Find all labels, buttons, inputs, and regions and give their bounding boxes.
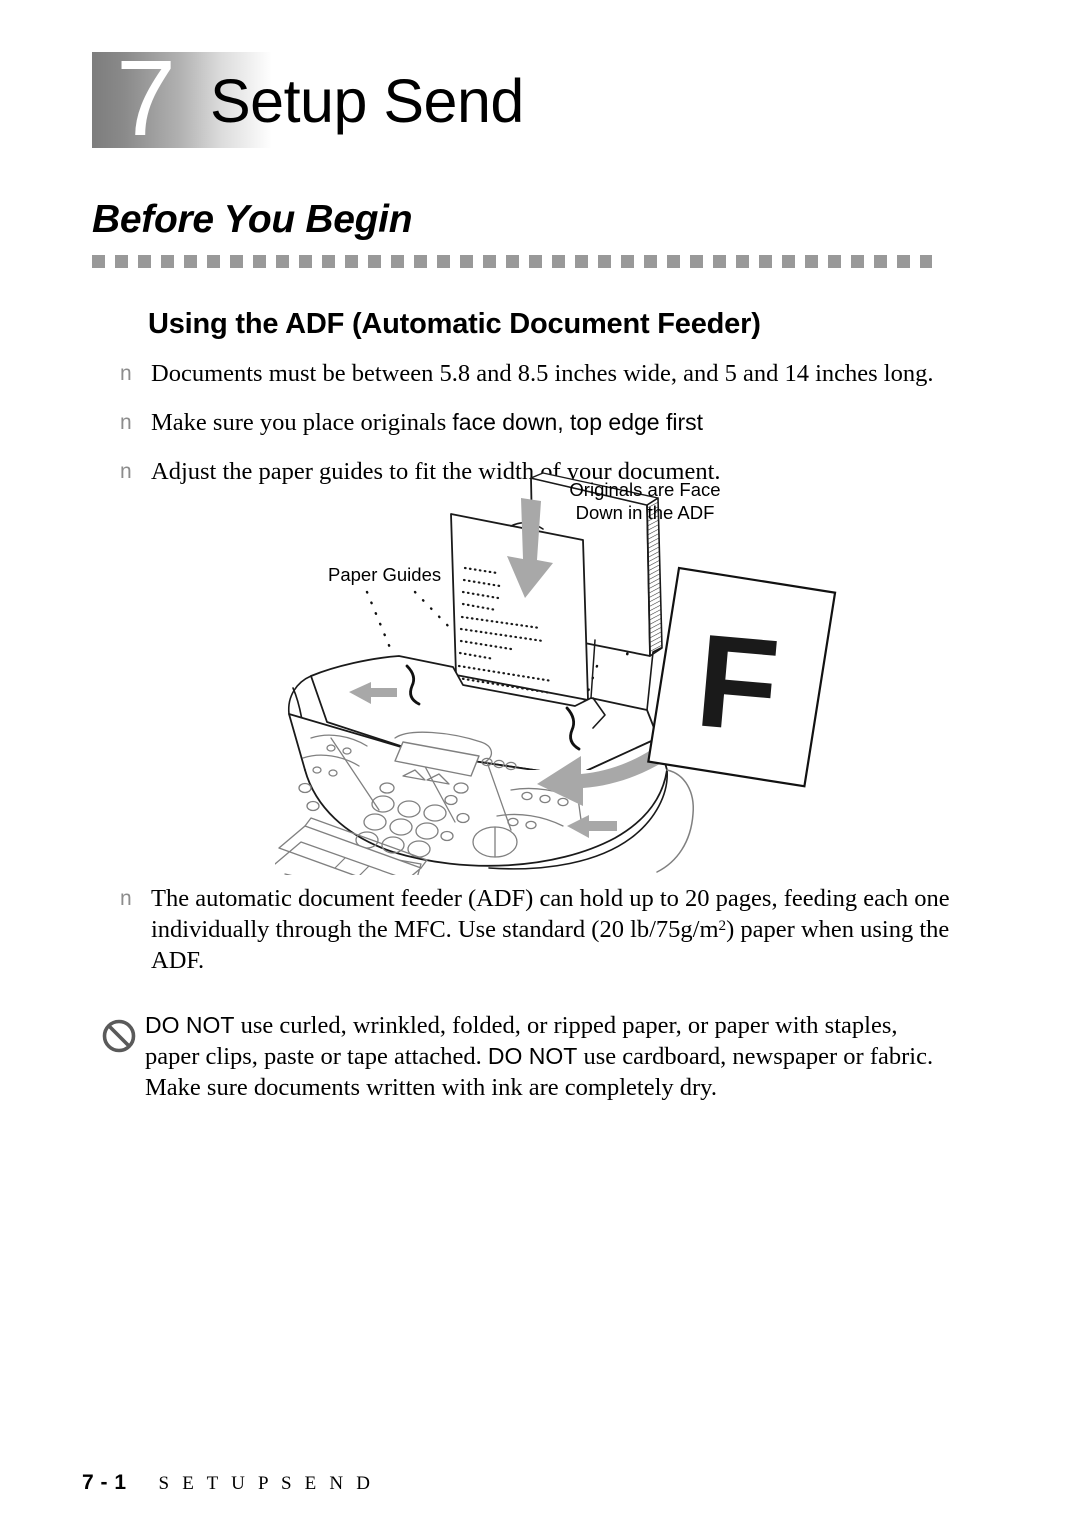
figure-label-paper-guides: Paper Guides — [328, 564, 442, 585]
bullet-marker-icon: n — [120, 362, 132, 385]
caution-note-body: DO NOT use curled, wrinkled, folded, or … — [101, 1010, 951, 1103]
subsection-heading: Using the ADF (Automatic Document Feeder… — [148, 308, 761, 340]
face-down-sheet: F — [647, 566, 837, 788]
page-footer: 7 - 1 S E T U P S E N D — [82, 1471, 374, 1495]
caution-text-3: Make sure documents written with ink are… — [145, 1074, 717, 1101]
adf-illustration: Originals are Face Down in the ADF Paper… — [275, 470, 915, 875]
chapter-number: 7 — [116, 37, 177, 158]
prohibition-icon — [102, 1019, 136, 1053]
fax-machine-line-art: F — [275, 472, 837, 875]
figure-label-originals-line1: Originals are Face — [569, 479, 721, 500]
list-item-text: Make sure you place originals — [151, 409, 453, 436]
list-item-emphasis: face down, top edge first — [452, 409, 704, 435]
footer-chapter-title: S E T U P S E N D — [158, 1473, 375, 1494]
do-not-label-1: DO NOT — [145, 1012, 235, 1038]
figure-label-originals: Originals are Face Down in the ADF — [565, 478, 725, 524]
caution-note: DO NOT use curled, wrinkled, folded, or … — [101, 1010, 951, 1103]
section-heading: Before You Begin — [92, 198, 413, 241]
caution-text-2: use cardboard, newspaper or fabric. — [577, 1043, 934, 1070]
superscript-two: 2 — [718, 917, 727, 935]
svg-text:F: F — [691, 606, 784, 759]
document-page: 7 Setup Send Before You Begin Using the … — [0, 0, 1080, 1529]
chapter-header: 7 Setup Send — [92, 44, 552, 152]
do-not-label-2: DO NOT — [487, 1043, 578, 1069]
footer-page-number: 7 - 1 — [82, 1471, 127, 1494]
chapter-title: Setup Send — [210, 67, 524, 135]
list-item: n The automatic document feeder (ADF) ca… — [120, 883, 950, 976]
list-item: n Documents must be between 5.8 and 8.5 … — [120, 358, 950, 389]
adf-capacity-list: n The automatic document feeder (ADF) ca… — [120, 883, 950, 976]
bullet-marker-icon: n — [120, 460, 132, 483]
list-item-text: Documents must be between 5.8 and 8.5 in… — [151, 360, 934, 387]
list-item: n Make sure you place originals face dow… — [120, 407, 950, 438]
bullet-marker-icon: n — [120, 411, 132, 434]
figure-label-originals-line2: Down in the ADF — [575, 502, 715, 523]
section-divider-rule — [92, 255, 932, 268]
bullet-marker-icon: n — [120, 887, 132, 910]
